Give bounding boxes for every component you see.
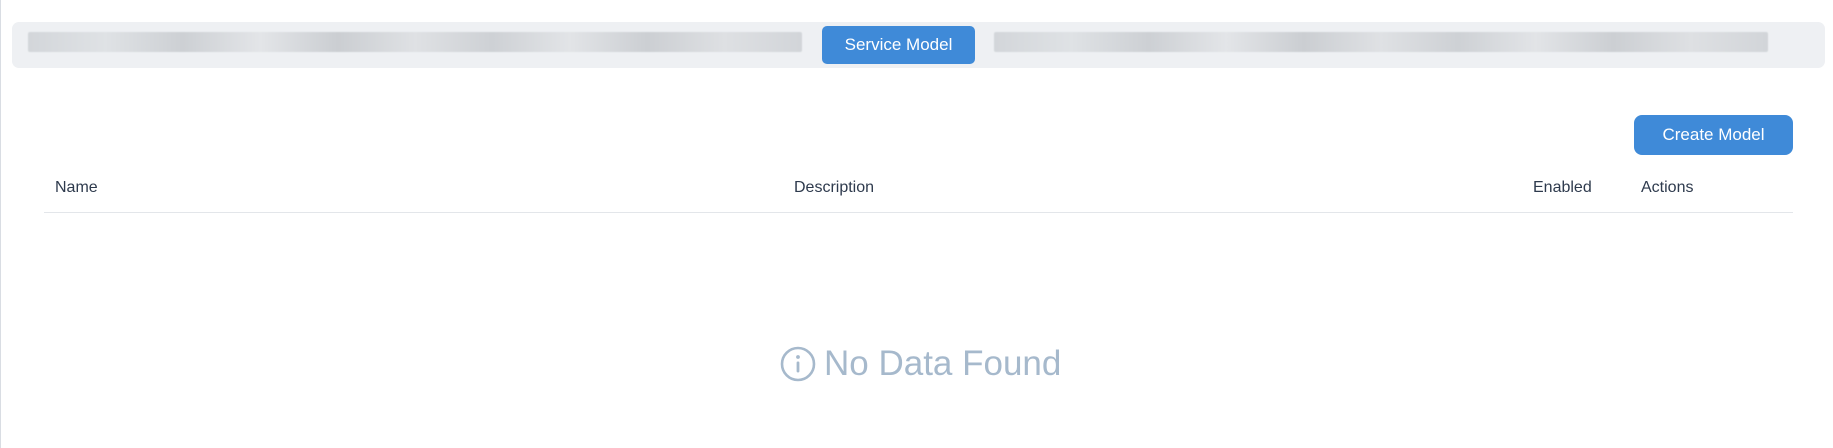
empty-state: No Data Found (780, 344, 1061, 384)
create-model-button[interactable]: Create Model (1634, 115, 1793, 155)
tab-service-model[interactable]: Service Model (822, 26, 975, 64)
tab-group-right-redacted[interactable] (994, 32, 1768, 52)
column-header-actions: Actions (1641, 179, 1694, 196)
tab-bar: Service Model (12, 22, 1825, 68)
tab-group-left-redacted[interactable] (28, 32, 802, 52)
table-header: Name Description Enabled Actions (44, 170, 1793, 213)
page-left-border (0, 0, 1, 448)
column-header-enabled[interactable]: Enabled (1533, 179, 1592, 197)
empty-state-message: No Data Found (824, 344, 1062, 383)
models-table: Name Description Enabled Actions (44, 170, 1793, 213)
column-header-description[interactable]: Description (794, 179, 874, 197)
column-header-name[interactable]: Name (55, 179, 98, 197)
info-circle-icon (780, 346, 816, 382)
